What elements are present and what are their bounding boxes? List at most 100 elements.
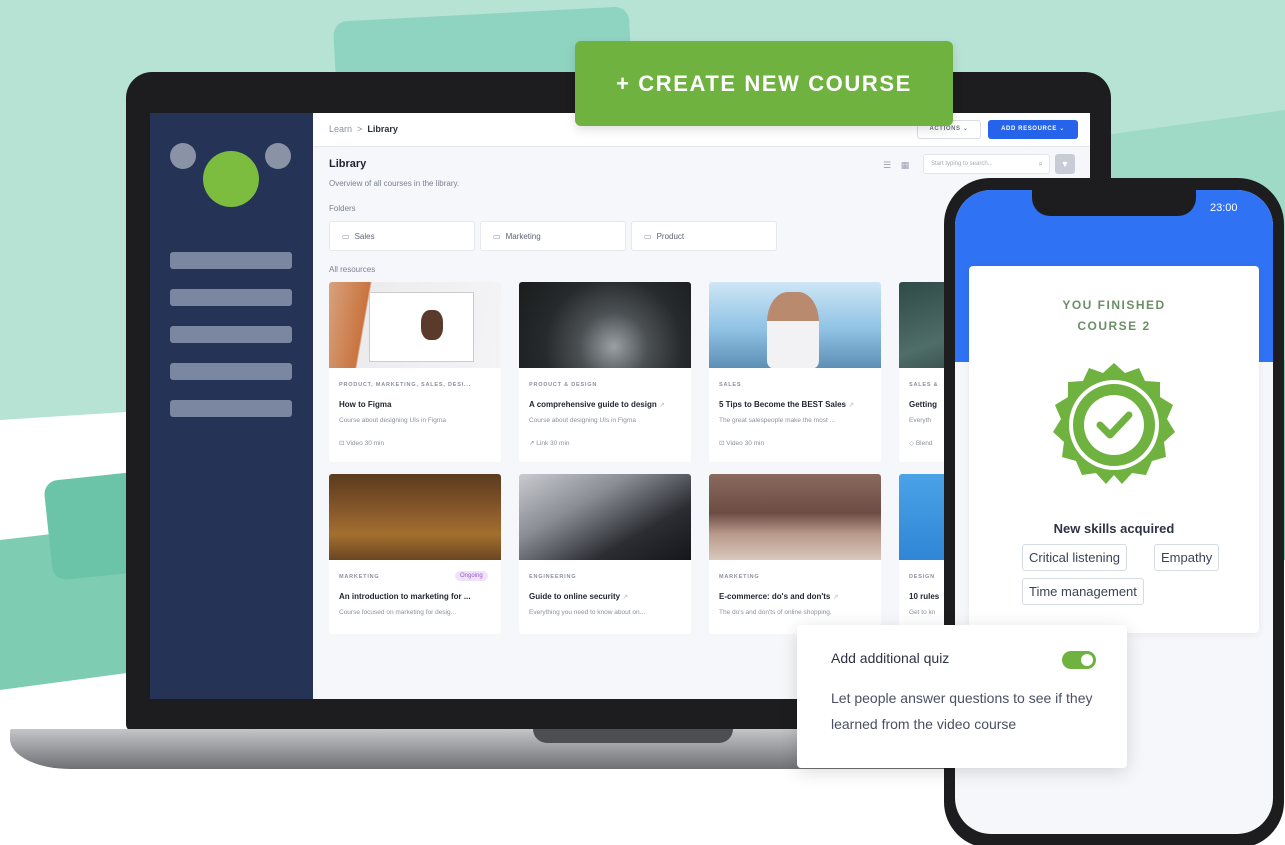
completion-card: YOU FINISHED COURSE 2 New skills acquire… <box>969 266 1259 633</box>
create-new-course-button[interactable]: + CREATE NEW COURSE <box>575 41 953 126</box>
folder-label: Sales <box>354 232 375 241</box>
folder-icon: ▭ <box>342 232 350 241</box>
card-title: A comprehensive guide to design ↗ <box>529 400 665 409</box>
thumbnail-person <box>767 292 819 368</box>
folder-product[interactable]: ▭ Product <box>631 221 777 251</box>
sidebar-item-3[interactable] <box>170 326 292 343</box>
laptop-notch <box>533 729 733 743</box>
sidebar-item-5[interactable] <box>170 400 292 417</box>
quiz-title: Add additional quiz <box>831 650 950 666</box>
card-description: Course focused on marketing for desig... <box>339 609 457 616</box>
sidebar-item-2[interactable] <box>170 289 292 306</box>
filter-icon: ▼ <box>1060 159 1070 169</box>
card-meta-text: Link 30 min <box>536 440 570 447</box>
sidebar-dot-right[interactable] <box>265 143 291 169</box>
all-resources-label: All resources <box>329 265 376 274</box>
card-title: How to Figma <box>339 400 392 409</box>
card-description: Course about designing UIs in Figma <box>339 417 446 424</box>
course-thumbnail <box>519 474 691 560</box>
card-title-text: Guide to online security <box>529 592 621 601</box>
add-resource-button[interactable]: ADD RESOURCE ⌄ <box>988 120 1078 139</box>
sidebar <box>150 113 313 699</box>
search-input[interactable]: Start typing to search... ⌕ <box>923 154 1050 174</box>
breadcrumb: Learn > Library <box>329 124 398 134</box>
add-resource-label: ADD RESOURCE <box>1001 126 1057 132</box>
external-link-icon: ↗ <box>658 402 665 409</box>
card-meta: ⊡ Video 30 min <box>719 439 764 447</box>
folder-sales[interactable]: ▭ Sales <box>329 221 475 251</box>
quiz-description: Let people answer questions to see if th… <box>831 690 1093 732</box>
card-category: SALES <box>719 382 742 388</box>
card-title: 10 rules <box>909 592 940 601</box>
external-link-icon: ↗ <box>848 402 855 409</box>
card-category: ENGINEERING <box>529 574 577 580</box>
finished-line-2: COURSE 2 <box>1077 319 1151 333</box>
card-title-text: 5 Tips to Become the BEST Sales <box>719 400 847 409</box>
card-title: Guide to online security ↗ <box>529 592 628 601</box>
external-link-icon: ↗ <box>832 594 839 601</box>
search-icon: ⌕ <box>1038 159 1043 168</box>
actions-label: ACTIONS <box>929 126 961 132</box>
search-placeholder: Start typing to search... <box>931 161 993 167</box>
skills-title: New skills acquired <box>1053 521 1175 536</box>
course-thumbnail <box>709 474 881 560</box>
card-meta: ⊡ Video 30 min <box>339 439 384 447</box>
folders-label: Folders <box>329 204 356 213</box>
course-thumbnail <box>329 282 501 368</box>
card-description: Everyth <box>909 417 932 424</box>
chevron-down-icon: ⌄ <box>1059 126 1065 132</box>
card-title-text: E-commerce: do's and don'ts <box>719 592 831 601</box>
sidebar-item-4[interactable] <box>170 363 292 380</box>
card-meta-text: Video 30 min <box>726 440 765 447</box>
card-category: PRODUCT, MARKETING, SALES, DESI... <box>339 382 472 388</box>
card-title: Getting <box>909 400 937 409</box>
avatar[interactable] <box>203 151 259 207</box>
page-subtitle: Overview of all courses in the library. <box>329 179 460 188</box>
card-category: MARKETING <box>339 574 380 580</box>
course-thumbnail <box>329 474 501 560</box>
blend-icon: ◇ <box>909 440 914 447</box>
quiz-toggle[interactable] <box>1062 651 1096 669</box>
video-icon: ⊡ <box>719 440 725 447</box>
course-thumbnail <box>709 282 881 368</box>
link-icon: ↗ <box>529 440 535 447</box>
card-meta-text: Video 30 min <box>346 440 385 447</box>
skill-tag: Time management <box>1022 578 1144 605</box>
card-category: DESIGN <box>909 574 935 580</box>
page-title: Library <box>329 158 367 170</box>
grid-view-icon[interactable]: ▦ <box>899 160 911 172</box>
folder-icon: ▭ <box>493 232 501 241</box>
filter-button[interactable]: ▼ <box>1055 154 1075 174</box>
course-card[interactable]: ENGINEERING Guide to online security ↗ E… <box>519 474 691 634</box>
card-category: SALES & <box>909 382 939 388</box>
course-card[interactable]: PRODUCT & DESIGN A comprehensive guide t… <box>519 282 691 462</box>
card-description: The do's and don'ts of online shopping. <box>719 609 832 616</box>
status-badge: Ongoing <box>455 571 488 581</box>
quiz-popup: Add additional quiz Let people answer qu… <box>797 625 1127 768</box>
skill-tag: Empathy <box>1154 544 1220 571</box>
phone-time: 23:00 <box>1210 202 1238 214</box>
course-card[interactable]: MARKETING E-commerce: do's and don'ts ↗ … <box>709 474 881 634</box>
list-view-icon[interactable]: ☰ <box>881 160 893 172</box>
external-link-icon: ↗ <box>622 594 629 601</box>
breadcrumb-separator: > <box>357 124 363 134</box>
card-description: Course about designing UIs in Figma <box>529 417 636 424</box>
achievement-badge-icon <box>1053 363 1175 484</box>
skill-tag: Critical listening <box>1022 544 1128 571</box>
toggle-knob <box>1081 654 1093 666</box>
card-category: PRODUCT & DESIGN <box>529 382 598 388</box>
sidebar-dot-left[interactable] <box>170 143 196 169</box>
phone-notch <box>1032 190 1196 216</box>
folder-icon: ▭ <box>644 232 652 241</box>
sidebar-item-1[interactable] <box>170 252 292 269</box>
card-category: MARKETING <box>719 574 760 580</box>
breadcrumb-learn[interactable]: Learn <box>329 124 352 134</box>
breadcrumb-current: Library <box>367 124 398 134</box>
course-card[interactable]: MARKETING Ongoing An introduction to mar… <box>329 474 501 634</box>
folder-marketing[interactable]: ▭ Marketing <box>480 221 626 251</box>
card-description: Get to kn <box>909 609 936 616</box>
course-card[interactable]: PRODUCT, MARKETING, SALES, DESI... How t… <box>329 282 501 462</box>
course-thumbnail <box>519 282 691 368</box>
course-card[interactable]: SALES 5 Tips to Become the BEST Sales ↗ … <box>709 282 881 462</box>
card-title: E-commerce: do's and don'ts ↗ <box>719 592 839 601</box>
